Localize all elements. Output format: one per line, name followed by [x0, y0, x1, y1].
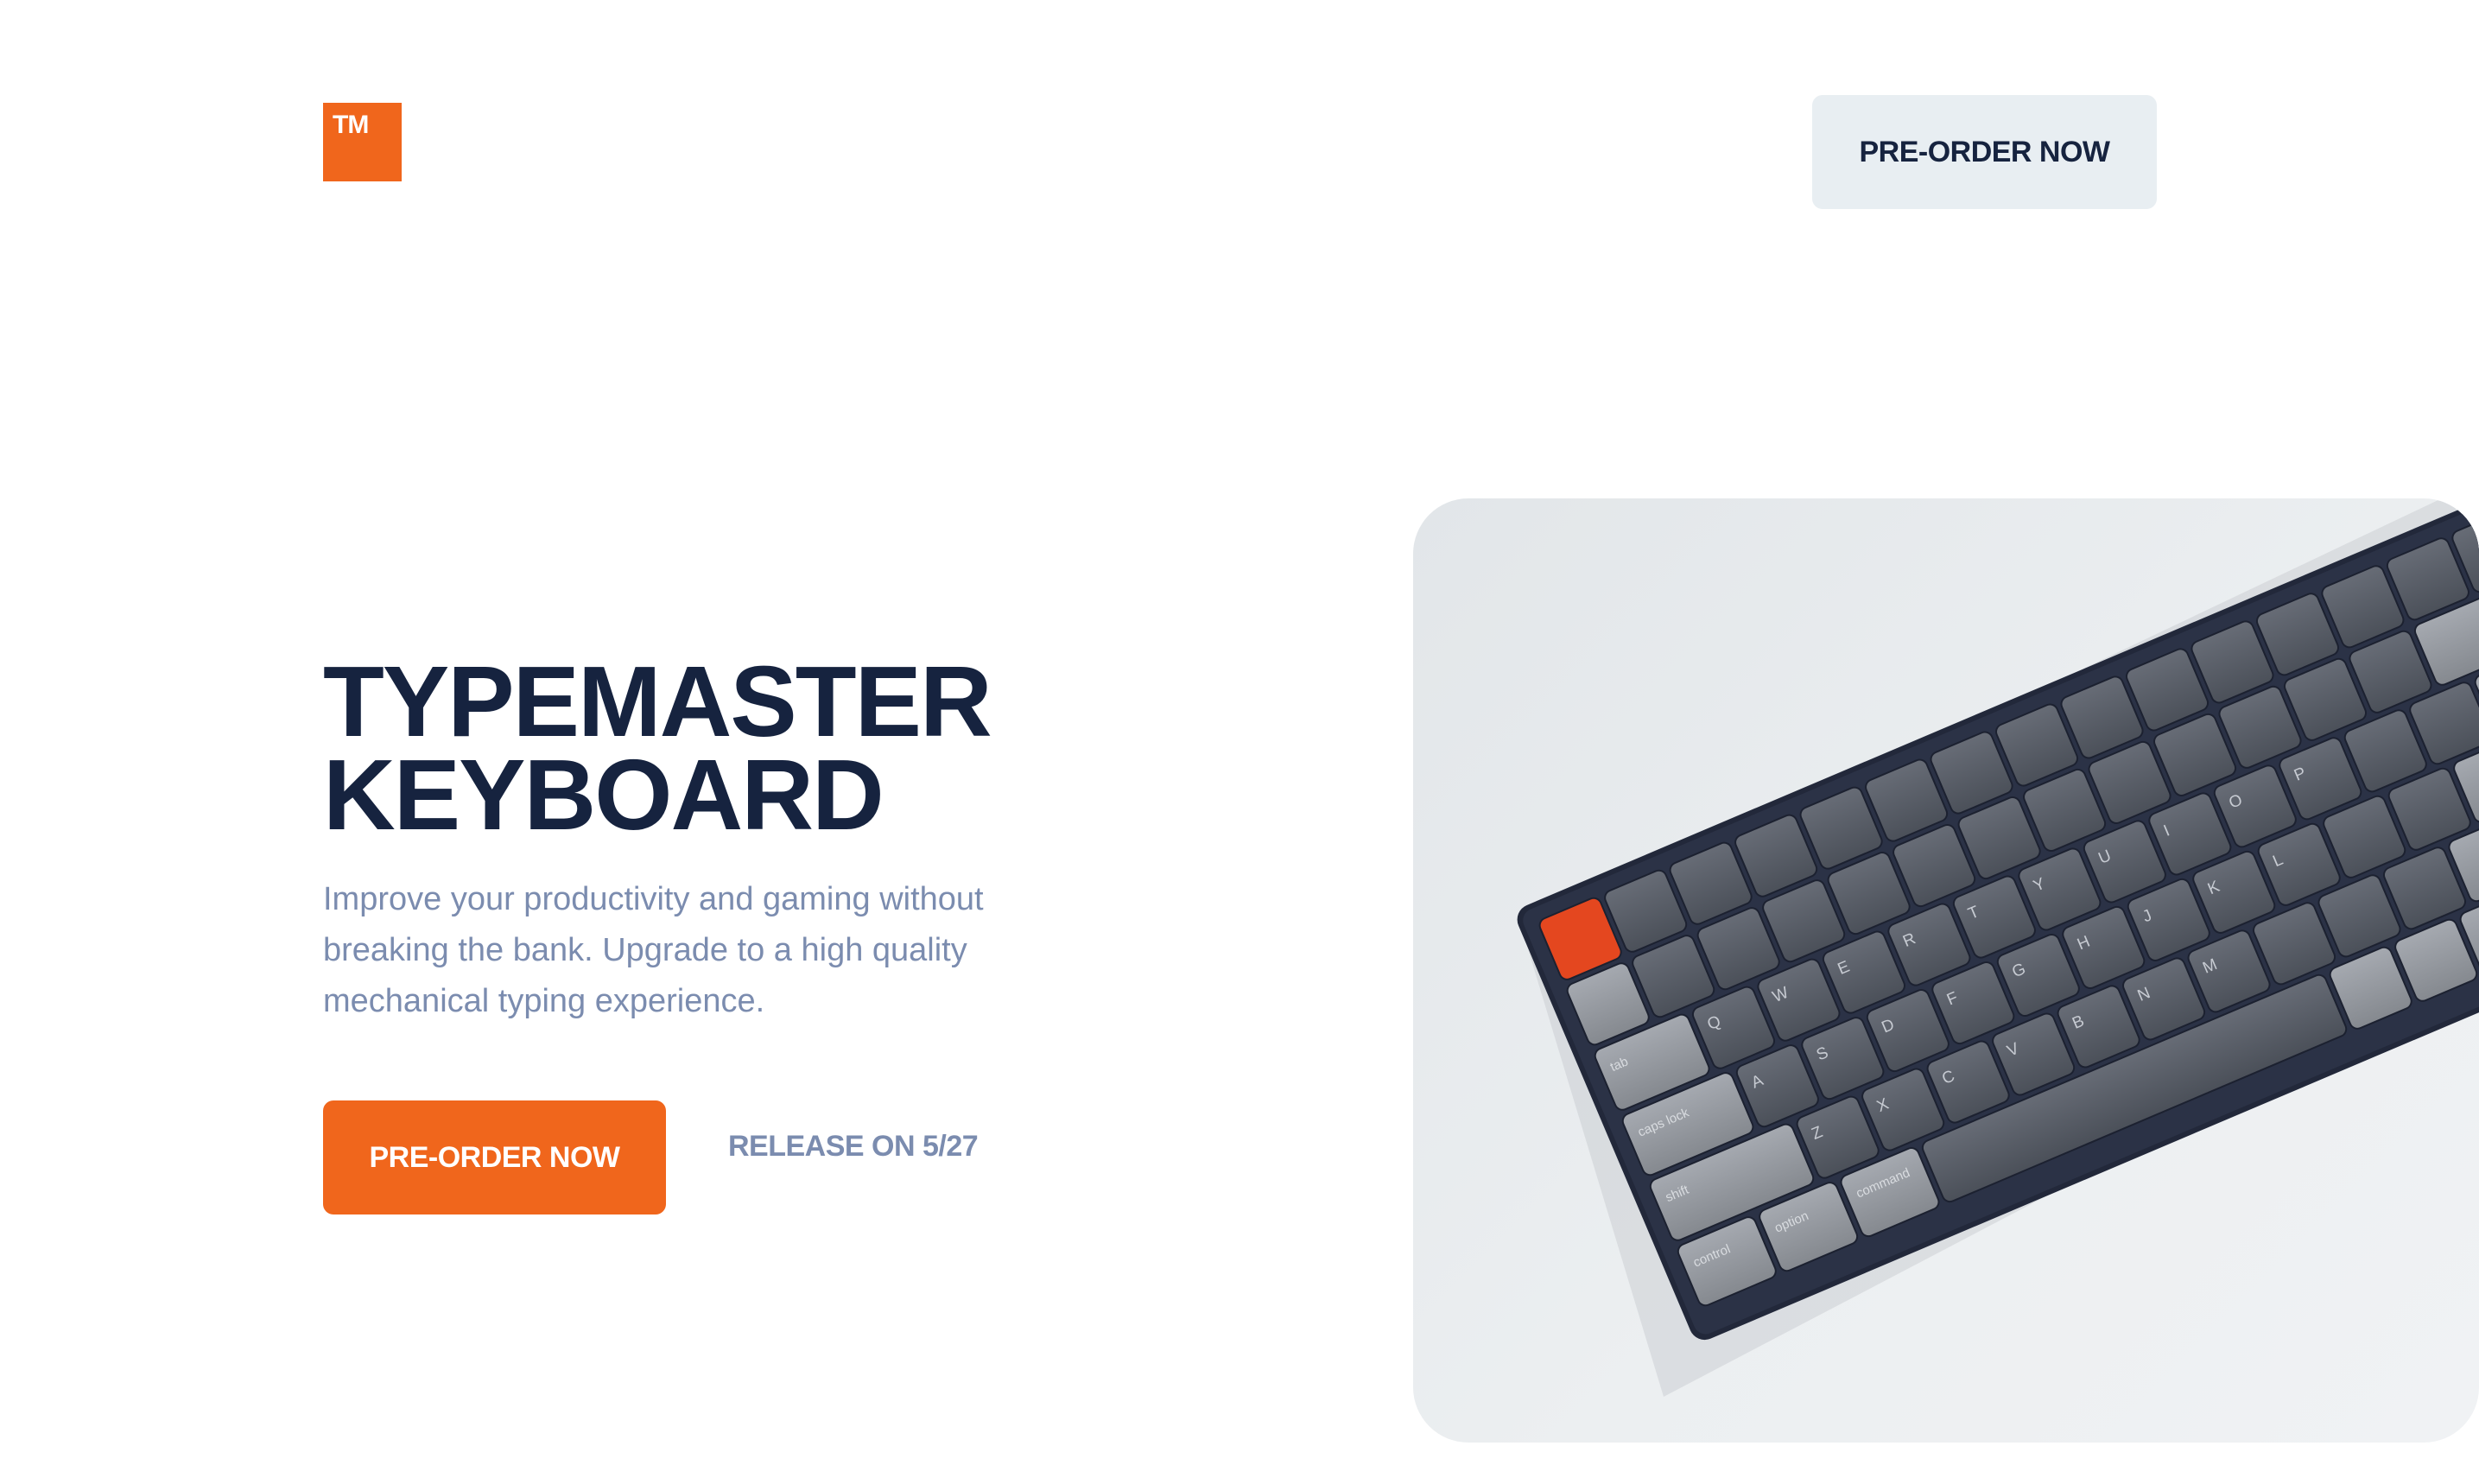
header-preorder-button[interactable]: PRE-ORDER NOW — [1812, 95, 2157, 209]
hero-title-line-2: KEYBOARD — [323, 739, 884, 851]
hero-title-line-1: TYPEMASTER — [323, 645, 992, 758]
hero-preorder-button[interactable]: PRE-ORDER NOW — [323, 1100, 666, 1214]
hero-title: TYPEMASTER KEYBOARD — [323, 645, 992, 851]
brand-logo[interactable]: TM — [323, 103, 402, 181]
release-date-text: RELEASE ON 5/27 — [728, 1130, 979, 1163]
hero-description: Improve your productivity and gaming wit… — [323, 881, 984, 1019]
keyboard-photo: tab Q W E R T Y U I O Pcaps lock A S D F G H J K Lshift Z X C V… — [1413, 498, 2479, 1443]
keyboard-illustration: tabQWERTYUIOPcaps lockASDFGHJKLshiftZXCV… — [1517, 498, 2479, 1397]
brand-logo-text: TM — [333, 111, 369, 139]
